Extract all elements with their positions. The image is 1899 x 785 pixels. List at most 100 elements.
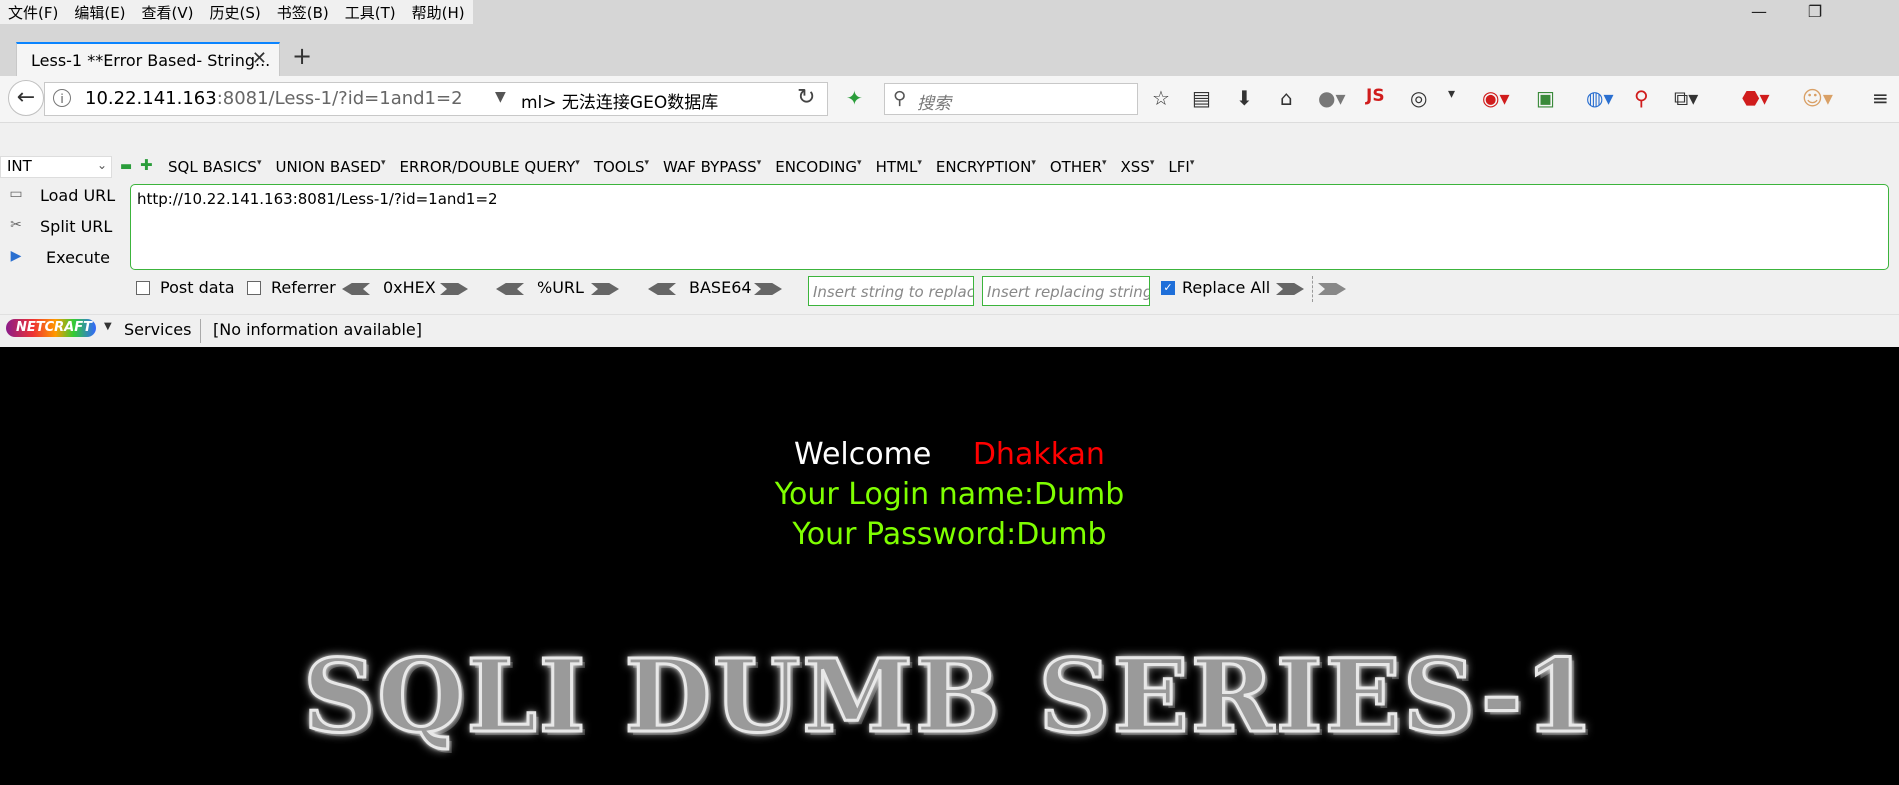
new-tab-button[interactable]: + bbox=[292, 42, 312, 70]
menu-edit[interactable]: 编辑(E) bbox=[66, 0, 133, 24]
menu-xss[interactable]: XSS bbox=[1121, 158, 1155, 176]
restore-button[interactable]: ❐ bbox=[1787, 2, 1843, 21]
dropdown-icon[interactable]: ▾ bbox=[1448, 86, 1455, 102]
sqli-banner-title: SQLI DUMB SERIES-1 bbox=[302, 636, 1596, 757]
menu-bar: 文件(F) 编辑(E) 查看(V) 历史(S) 书签(B) 工具(T) 帮助(H… bbox=[0, 0, 473, 24]
netcraft-dropdown-icon[interactable]: ▼ bbox=[104, 321, 112, 332]
title-bar: 文件(F) 编辑(E) 查看(V) 历史(S) 书签(B) 工具(T) 帮助(H… bbox=[0, 0, 1899, 26]
reload-icon[interactable]: ↻ bbox=[797, 85, 815, 110]
search-icon: ⚲ bbox=[893, 88, 907, 109]
js-icon[interactable]: JS bbox=[1366, 86, 1385, 106]
geo-status-text: ml> 无法连接GEO数据库 bbox=[521, 93, 719, 113]
addon-icon[interactable]: ✦ bbox=[846, 86, 863, 110]
download-icon[interactable]: ⬇ bbox=[1236, 86, 1253, 110]
hex-decode-arrow-icon[interactable] bbox=[342, 283, 370, 295]
url-dropdown-icon[interactable]: ▼ bbox=[495, 89, 506, 105]
globe-icon[interactable]: ●▾ bbox=[1318, 86, 1346, 110]
hackbar-options: Post data Referrer 0xHEX %URL BASE64 Ins… bbox=[136, 276, 1896, 306]
url-encode-arrow-icon[interactable] bbox=[591, 283, 619, 295]
url-bar[interactable]: i 10.22.141.163:8081/Less-1/?id=1and1=2 … bbox=[44, 82, 828, 116]
base64-decode-arrow-icon[interactable] bbox=[648, 283, 676, 295]
tab-less-1[interactable]: Less-1 **Error Based- String... ✕ bbox=[16, 42, 280, 76]
browser-icon[interactable]: ◍▾ bbox=[1586, 86, 1614, 110]
back-button[interactable]: ← bbox=[8, 80, 44, 116]
search-input[interactable]: ⚲ 搜索 bbox=[884, 83, 1138, 115]
execute-label: Execute bbox=[46, 248, 110, 267]
info-icon[interactable]: i bbox=[53, 89, 71, 107]
hamburger-icon[interactable]: ≡ bbox=[1872, 86, 1889, 110]
load-url-icon: ▭ bbox=[9, 186, 23, 202]
menu-lfi[interactable]: LFI bbox=[1168, 158, 1194, 176]
referrer-label: Referrer bbox=[271, 278, 336, 297]
menu-waf-bypass[interactable]: WAF BYPASS bbox=[663, 158, 761, 176]
password-text: Your Password:Dumb bbox=[792, 517, 1107, 552]
referrer-checkbox[interactable] bbox=[247, 281, 261, 295]
menu-html[interactable]: HTML bbox=[876, 158, 922, 176]
hackbar-menu: SQL BASICS UNION BASED ERROR/DOUBLE QUER… bbox=[168, 158, 1208, 176]
split-url-label: Split URL bbox=[40, 217, 113, 236]
window-controls: — ❐ bbox=[1731, 2, 1899, 21]
stop-icon[interactable]: ◉▾ bbox=[1482, 86, 1510, 110]
tab-strip: Less-1 **Error Based- String... ✕ + bbox=[0, 26, 1899, 76]
replace-string-input[interactable]: Insert string to replace bbox=[808, 276, 974, 306]
menu-encryption[interactable]: ENCRYPTION bbox=[936, 158, 1036, 176]
menu-other[interactable]: OTHER bbox=[1050, 158, 1107, 176]
login-name-text: Your Login name:Dumb bbox=[774, 477, 1125, 512]
netcraft-logo[interactable]: NETCRAFT bbox=[6, 319, 96, 337]
close-window-button[interactable] bbox=[1843, 2, 1899, 21]
menu-history[interactable]: 历史(S) bbox=[202, 0, 269, 24]
palette-icon[interactable]: ◎ bbox=[1410, 86, 1427, 110]
menu-help[interactable]: 帮助(H) bbox=[404, 0, 473, 24]
menu-view[interactable]: 查看(V) bbox=[134, 0, 202, 24]
home-icon[interactable]: ⌂ bbox=[1280, 86, 1293, 110]
play-icon: ▶ bbox=[10, 248, 22, 264]
minus-icon[interactable]: ▬ bbox=[120, 159, 132, 174]
menu-error-double-query[interactable]: ERROR/DOUBLE QUERY bbox=[400, 158, 580, 176]
base64-encode-arrow-icon[interactable] bbox=[754, 283, 782, 295]
menu-tools[interactable]: 工具(T) bbox=[337, 0, 404, 24]
netcraft-bar: NETCRAFT ▼ Services [No information avai… bbox=[0, 314, 1899, 347]
url-text[interactable]: 10.22.141.163:8081/Less-1/?id=1and1=2 bbox=[85, 88, 463, 109]
image-icon[interactable]: ▣ bbox=[1536, 86, 1555, 110]
clipboard-icon[interactable]: ▤ bbox=[1192, 86, 1211, 110]
load-url-button[interactable]: ▭ Load URL bbox=[0, 184, 120, 208]
share-icon[interactable]: ⧉▾ bbox=[1674, 86, 1698, 110]
plus-icon[interactable]: ✚ bbox=[140, 156, 153, 174]
replacing-string-input[interactable]: Insert replacing string bbox=[982, 276, 1150, 306]
back-arrow-icon: ← bbox=[16, 85, 36, 110]
menu-bookmarks[interactable]: 书签(B) bbox=[269, 0, 337, 24]
face-icon[interactable]: ☺▾ bbox=[1802, 86, 1833, 110]
browser-chrome: 文件(F) 编辑(E) 查看(V) 历史(S) 书签(B) 工具(T) 帮助(H… bbox=[0, 0, 1899, 347]
menu-sql-basics[interactable]: SQL BASICS bbox=[168, 158, 261, 176]
minimize-button[interactable]: — bbox=[1731, 2, 1787, 21]
type-select[interactable]: INT ⌄ bbox=[0, 156, 112, 178]
replace-all-checkbox[interactable]: ✓ bbox=[1161, 281, 1175, 295]
hex-encode-arrow-icon[interactable] bbox=[440, 283, 468, 295]
menu-file[interactable]: 文件(F) bbox=[0, 0, 66, 24]
url-textarea[interactable]: http://10.22.141.163:8081/Less-1/?id=1an… bbox=[130, 184, 1889, 270]
services-menu[interactable]: Services bbox=[124, 320, 191, 339]
tab-close-icon[interactable]: ✕ bbox=[252, 48, 267, 69]
base64-label: BASE64 bbox=[689, 278, 752, 297]
split-url-button[interactable]: ✂ Split URL bbox=[0, 215, 120, 239]
zoom-icon[interactable]: ⚲ bbox=[1634, 86, 1649, 110]
execute-button[interactable]: ▶ Execute bbox=[0, 246, 120, 270]
welcome-text: Welcome bbox=[794, 437, 932, 472]
search-placeholder: 搜索 bbox=[917, 94, 951, 114]
url-encode-label: %URL bbox=[537, 278, 584, 297]
url-decode-arrow-icon[interactable] bbox=[496, 283, 524, 295]
adblock-icon[interactable]: ⬣▾ bbox=[1742, 86, 1770, 110]
star-icon[interactable]: ☆ bbox=[1152, 86, 1170, 110]
replace-arrow-icon[interactable] bbox=[1276, 283, 1304, 295]
welcome-name: Dhakkan bbox=[972, 437, 1105, 472]
page-content: Welcome Dhakkan Your Login name:Dumb You… bbox=[0, 347, 1899, 785]
tab-title: Less-1 **Error Based- String... bbox=[31, 51, 271, 70]
replace-all-label: Replace All bbox=[1182, 278, 1271, 297]
menu-union-based[interactable]: UNION BASED bbox=[275, 158, 385, 176]
menu-encoding[interactable]: ENCODING bbox=[775, 158, 861, 176]
replace-all-arrow-icon[interactable] bbox=[1318, 283, 1346, 295]
navigation-bar: ← i 10.22.141.163:8081/Less-1/?id=1and1=… bbox=[0, 76, 1899, 123]
post-data-checkbox[interactable] bbox=[136, 281, 150, 295]
post-data-label: Post data bbox=[160, 278, 235, 297]
menu-tools[interactable]: TOOLS bbox=[594, 158, 649, 176]
